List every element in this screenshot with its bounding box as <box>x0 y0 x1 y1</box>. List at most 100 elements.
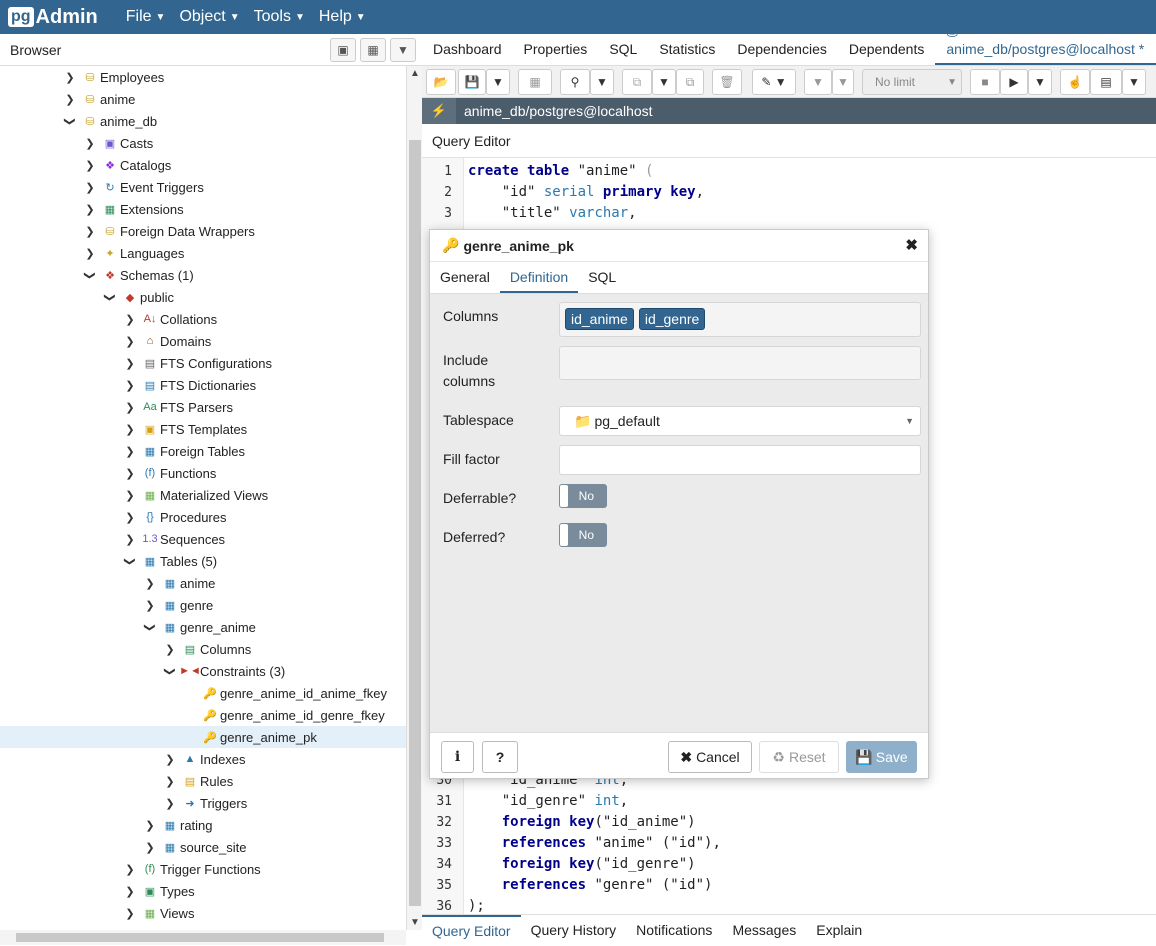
scroll-up-icon[interactable]: ▲ <box>410 68 420 79</box>
tree-item[interactable]: ❯ ✦ Languages <box>0 242 406 264</box>
edit-icon[interactable]: ✎ ▼ <box>752 69 796 95</box>
chevron-down-icon[interactable]: ❯ <box>84 269 97 281</box>
tree-item[interactable]: ❯ ▦ anime <box>0 572 406 594</box>
tree-item[interactable]: ❯ ⛁ Foreign Data Wrappers <box>0 220 406 242</box>
menu-file[interactable]: File ▼ <box>126 8 166 26</box>
chevron-right-icon[interactable]: ❯ <box>164 753 176 766</box>
edit-data-icon[interactable]: ▦ <box>518 69 552 95</box>
tablespace-select[interactable]: 📁 pg_default ▼ <box>559 406 921 436</box>
stop-icon[interactable]: ■ <box>970 69 1000 95</box>
chevron-down-icon[interactable]: ▼ <box>590 69 614 95</box>
tree-item[interactable]: ❯ ▣ Types <box>0 880 406 902</box>
menu-object[interactable]: Object ▼ <box>179 8 239 26</box>
fill-factor-input[interactable] <box>559 445 921 475</box>
tree-item[interactable]: ❯ ▦ genre_anime <box>0 616 406 638</box>
chevron-right-icon[interactable]: ❯ <box>84 137 96 150</box>
explain-icon[interactable]: ☝ <box>1060 69 1090 95</box>
tab-dashboard[interactable]: Dashboard <box>422 41 513 65</box>
chevron-right-icon[interactable]: ❯ <box>144 599 156 612</box>
delete-icon[interactable]: 🗑 <box>712 69 742 95</box>
tab-properties[interactable]: Properties <box>513 41 599 65</box>
chevron-right-icon[interactable]: ❯ <box>124 335 136 348</box>
include-columns-field[interactable] <box>559 346 921 380</box>
chevron-right-icon[interactable]: ❯ <box>124 357 136 370</box>
chevron-down-icon[interactable]: ▼ <box>832 69 854 95</box>
chevron-right-icon[interactable]: ❯ <box>84 181 96 194</box>
chevron-down-icon[interactable]: ▼ <box>1122 69 1146 95</box>
copy-icon[interactable]: ⧉ <box>622 69 652 95</box>
chevron-right-icon[interactable]: ❯ <box>84 247 96 260</box>
tab-dialog-sql[interactable]: SQL <box>578 269 626 293</box>
chevron-right-icon[interactable]: ❯ <box>164 797 176 810</box>
column-chip[interactable]: id_genre <box>638 308 706 330</box>
menu-tools[interactable]: Tools ▼ <box>254 8 305 26</box>
chevron-down-icon[interactable]: ❯ <box>164 665 177 677</box>
tree-item[interactable]: ❯ ▲ Indexes <box>0 748 406 770</box>
chevron-right-icon[interactable]: ❯ <box>124 885 136 898</box>
info-button[interactable]: i <box>441 741 474 773</box>
chevron-right-icon[interactable]: ❯ <box>144 577 156 590</box>
tree-item[interactable]: ❯ ▦ Tables (5) <box>0 550 406 572</box>
chevron-right-icon[interactable]: ❯ <box>124 907 136 920</box>
tree-horizontal-scrollbar[interactable] <box>0 930 406 945</box>
tree-item[interactable]: ❯ ❖ Catalogs <box>0 154 406 176</box>
chevron-right-icon[interactable]: ❯ <box>144 841 156 854</box>
chevron-down-icon[interactable]: ▼ <box>486 69 510 95</box>
help-button[interactable]: ? <box>482 741 518 773</box>
tree-item[interactable]: ❯ ➜ Triggers <box>0 792 406 814</box>
chevron-right-icon[interactable]: ❯ <box>164 775 176 788</box>
tree-item[interactable]: ❯ {} Procedures <box>0 506 406 528</box>
chevron-down-icon[interactable]: ❯ <box>124 555 137 567</box>
tree-item[interactable]: ❯ ◆ public <box>0 286 406 308</box>
tab-dependents[interactable]: Dependents <box>838 41 936 65</box>
tab-definition[interactable]: Definition <box>499 269 579 293</box>
tree-item[interactable]: ❯ ⌂ Domains <box>0 330 406 352</box>
tree-item[interactable]: ❯ ▤ Rules <box>0 770 406 792</box>
chevron-down-icon[interactable]: ❯ <box>104 291 117 303</box>
row-limit-select[interactable]: No limit ▼ <box>862 69 962 95</box>
tree-item[interactable]: ❯ ↻ Event Triggers <box>0 176 406 198</box>
chevron-right-icon[interactable]: ❯ <box>124 379 136 392</box>
save-file-icon[interactable]: 💾 <box>458 69 486 95</box>
tree-item[interactable]: ❯ ▦ Views <box>0 902 406 924</box>
tree-item[interactable]: 🔑 genre_anime_id_genre_fkey <box>0 704 406 726</box>
scrollbar-thumb[interactable] <box>409 140 421 906</box>
chevron-right-icon[interactable]: ❯ <box>124 533 136 546</box>
chevron-right-icon[interactable]: ❯ <box>124 401 136 414</box>
deferrable-toggle[interactable]: No <box>559 484 607 508</box>
tab-query-history[interactable]: Query History <box>521 915 627 946</box>
tree-item[interactable]: ❯ ▦ rating <box>0 814 406 836</box>
chevron-right-icon[interactable]: ❯ <box>124 467 136 480</box>
paste-icon[interactable]: ⧉ <box>676 69 704 95</box>
tab-dependencies[interactable]: Dependencies <box>726 41 838 65</box>
tab-query-editor[interactable]: Query Editor <box>422 914 521 946</box>
tree-item[interactable]: ❯ (f) Functions <box>0 462 406 484</box>
tab-general[interactable]: General <box>430 269 500 293</box>
view-data-icon[interactable]: ▦ <box>360 38 386 62</box>
deferred-toggle[interactable]: No <box>559 523 607 547</box>
tree-item[interactable]: ❯ ▦ Foreign Tables <box>0 440 406 462</box>
tree-item[interactable]: ❯ 1.3 Sequences <box>0 528 406 550</box>
tab-explain[interactable]: Explain <box>806 915 872 946</box>
tab-sql[interactable]: SQL <box>598 41 648 65</box>
tree-item[interactable]: ❯ A↓ Collations <box>0 308 406 330</box>
columns-field[interactable]: id_anime id_genre <box>559 302 921 337</box>
scrollbar-thumb[interactable] <box>16 933 384 942</box>
tree-vertical-scrollbar[interactable]: ▲ ▼ <box>406 66 422 930</box>
cancel-button[interactable]: ✖ Cancel <box>668 741 752 773</box>
reset-button[interactable]: ♻ Reset <box>759 741 839 773</box>
tree-item[interactable]: ❯ ▣ FTS Templates <box>0 418 406 440</box>
chevron-right-icon[interactable]: ❯ <box>124 313 136 326</box>
tree-item[interactable]: ❯ Aa FTS Parsers <box>0 396 406 418</box>
tree-item[interactable]: ❯ ❖ Schemas (1) <box>0 264 406 286</box>
tree-item[interactable]: ❯ ▤ FTS Dictionaries <box>0 374 406 396</box>
menu-help[interactable]: Help ▼ <box>319 8 366 26</box>
chevron-down-icon[interactable]: ▼ <box>652 69 676 95</box>
chevron-right-icon[interactable]: ❯ <box>84 225 96 238</box>
tree-item[interactable]: ❯ ►◄ Constraints (3) <box>0 660 406 682</box>
tree-item[interactable]: ❯ ▦ source_site <box>0 836 406 858</box>
open-file-icon[interactable]: 📂 <box>426 69 456 95</box>
tree-item[interactable]: 🔑 genre_anime_id_anime_fkey <box>0 682 406 704</box>
chevron-down-icon[interactable]: ❯ <box>144 621 157 633</box>
chevron-down-icon[interactable]: ▼ <box>1028 69 1052 95</box>
